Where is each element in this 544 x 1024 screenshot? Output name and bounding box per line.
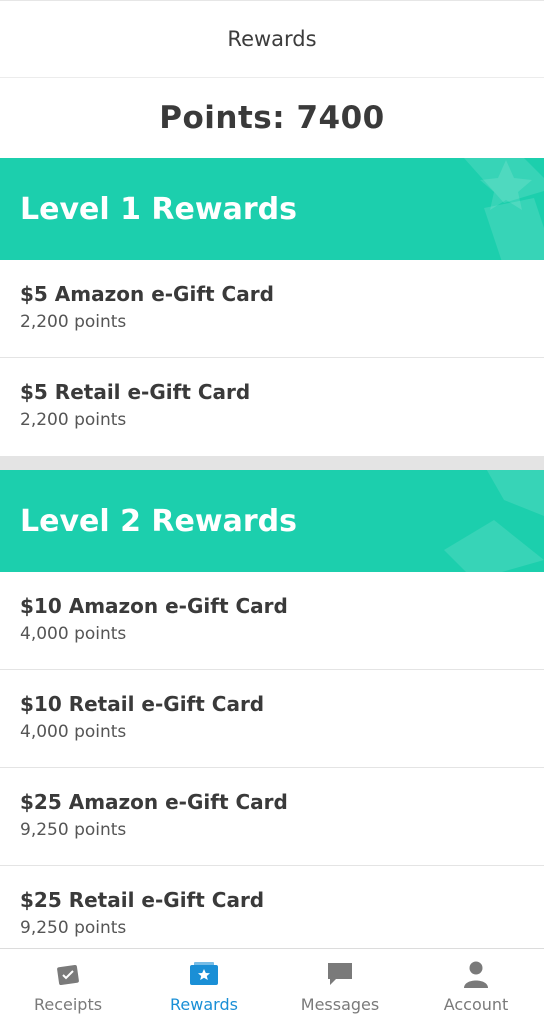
reward-item-l2-1[interactable]: $10 Retail e-Gift Card 4,000 points [0,670,544,768]
points-total: Points: 7400 [159,100,385,136]
level-2-banner: Level 2 Rewards [0,470,544,572]
reward-name: $25 Amazon e-Gift Card [20,790,288,814]
reward-points: 4,000 points [20,624,127,644]
reward-item-l1-0[interactable]: $5 Amazon e-Gift Card 2,200 points [0,260,544,358]
rewards-icon [188,959,220,989]
app-root: Rewards Points: 7400 Level 1 Rewards $5 … [0,0,544,1024]
tab-label: Messages [300,995,380,1014]
gift-decoration-icon [464,158,544,260]
reward-points: 2,200 points [20,312,127,332]
reward-name: $5 Retail e-Gift Card [20,380,251,404]
tab-label: Rewards [170,995,238,1014]
reward-points: 2,200 points [20,410,127,430]
receipt-icon [52,959,84,989]
reward-item-l1-1[interactable]: $5 Retail e-Gift Card 2,200 points [0,358,544,456]
tab-rewards[interactable]: Rewards [136,949,272,1024]
reward-name: $5 Amazon e-Gift Card [20,282,274,306]
tab-receipts[interactable]: Receipts [0,949,136,1024]
reward-name: $10 Amazon e-Gift Card [20,594,288,618]
reward-points: 9,250 points [20,820,127,840]
tab-messages[interactable]: Messages [272,949,408,1024]
reward-points: 4,000 points [20,722,127,742]
tab-account[interactable]: Account [408,949,544,1024]
section-divider [0,456,544,470]
account-icon [460,959,492,989]
reward-name: $10 Retail e-Gift Card [20,692,265,716]
tab-label: Account [443,995,509,1014]
reward-points: 9,250 points [20,918,127,938]
level-2-title: Level 2 Rewards [20,503,297,539]
points-summary: Points: 7400 [0,78,544,158]
level-1-title: Level 1 Rewards [20,191,297,227]
bottom-tab-bar: Receipts Rewards Messages Account [0,948,544,1024]
reward-item-l2-0[interactable]: $10 Amazon e-Gift Card 4,000 points [0,572,544,670]
top-bar: Rewards [0,0,544,78]
message-icon [324,959,356,989]
level-1-banner: Level 1 Rewards [0,158,544,260]
reward-item-l2-2[interactable]: $25 Amazon e-Gift Card 9,250 points [0,768,544,866]
gift-decoration-icon [444,470,544,572]
page-title: Rewards [227,27,317,51]
tab-label: Receipts [33,995,103,1014]
reward-name: $25 Retail e-Gift Card [20,888,265,912]
